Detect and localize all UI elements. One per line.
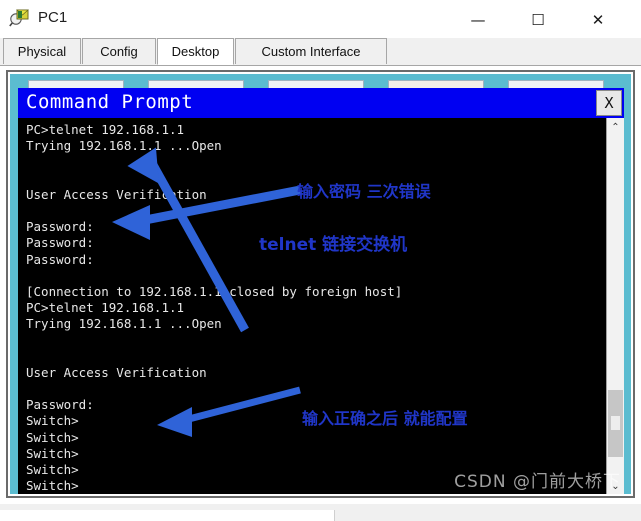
window-titlebar: PC1 — ☐ ✕ — [0, 0, 641, 40]
terminal-line: Password: — [26, 397, 94, 413]
command-prompt-title: Command Prompt — [26, 91, 194, 113]
scroll-up-icon[interactable]: ⌃ — [607, 118, 624, 137]
tab-desktop-label: Desktop — [171, 44, 220, 59]
tab-custom-interface[interactable]: Custom Interface — [235, 38, 387, 64]
terminal-line: Password: — [26, 235, 94, 251]
command-prompt-close-icon: X — [604, 94, 614, 112]
tab-config-label: Config — [100, 44, 138, 59]
terminal-line: Password: — [26, 251, 94, 267]
terminal-line: Trying 192.168.1.1 ...Open — [26, 138, 222, 154]
desktop-panel-frame: Command Prompt X PC>telnet 192.168.1.1 Tr… — [6, 70, 635, 498]
packet-tracer-device-window: PC1 — ☐ ✕ Physical Config Desktop Custom… — [0, 0, 641, 521]
terminal-line: [Connection to 192.168.1.1 closed by for… — [26, 283, 403, 299]
tab-strip: Physical Config Desktop Custom Interface — [0, 38, 641, 66]
command-prompt-close-button[interactable]: X — [596, 90, 622, 116]
window-bottom-strip — [0, 504, 641, 521]
terminal-line: Switch> — [26, 445, 79, 461]
minimize-button[interactable]: — — [455, 0, 501, 40]
tab-desktop[interactable]: Desktop — [157, 38, 234, 65]
terminal-line: PC>telnet 192.168.1.1 — [26, 300, 185, 316]
command-prompt-window: Command Prompt X PC>telnet 192.168.1.1 Tr… — [18, 88, 624, 494]
terminal-line: User Access Verification — [26, 186, 207, 202]
terminal-line: User Access Verification — [26, 364, 207, 380]
terminal-output-area[interactable]: PC>telnet 192.168.1.1 Trying 192.168.1.1 … — [18, 118, 606, 494]
close-button[interactable]: ✕ — [575, 0, 621, 40]
pc-desktop-background: Command Prompt X PC>telnet 192.168.1.1 Tr… — [10, 74, 631, 494]
minimize-icon: — — [470, 10, 486, 29]
terminal-line: Switch> — [26, 413, 79, 429]
command-prompt-titlebar: Command Prompt X — [18, 88, 624, 118]
terminal-line: Trying 192.168.1.1 ...Open — [26, 316, 222, 332]
tab-physical-label: Physical — [17, 44, 67, 59]
terminal-line: PC>telnet 192.168.1.1 — [26, 122, 185, 137]
maximize-button[interactable]: ☐ — [515, 0, 561, 40]
csdn-watermark: CSDN @门前大桥下 — [454, 472, 621, 492]
titlebar-left-group: PC1 — [9, 7, 67, 29]
terminal-lines: PC>telnet 192.168.1.1 Trying 192.168.1.1 … — [26, 122, 606, 494]
terminal-line: Password: — [26, 219, 94, 235]
scrollbar-thumb[interactable] — [608, 390, 623, 457]
terminal-scrollbar[interactable]: ⌃ ⌄ — [606, 118, 624, 494]
tab-custom-interface-label: Custom Interface — [261, 44, 361, 59]
terminal-line: Switch> — [26, 429, 79, 445]
tab-config[interactable]: Config — [82, 38, 156, 64]
maximize-icon: ☐ — [531, 10, 545, 29]
window-title: PC1 — [38, 9, 68, 26]
tab-physical[interactable]: Physical — [3, 38, 81, 64]
packet-tracer-inspect-icon — [9, 7, 31, 29]
close-icon: ✕ — [591, 10, 605, 29]
